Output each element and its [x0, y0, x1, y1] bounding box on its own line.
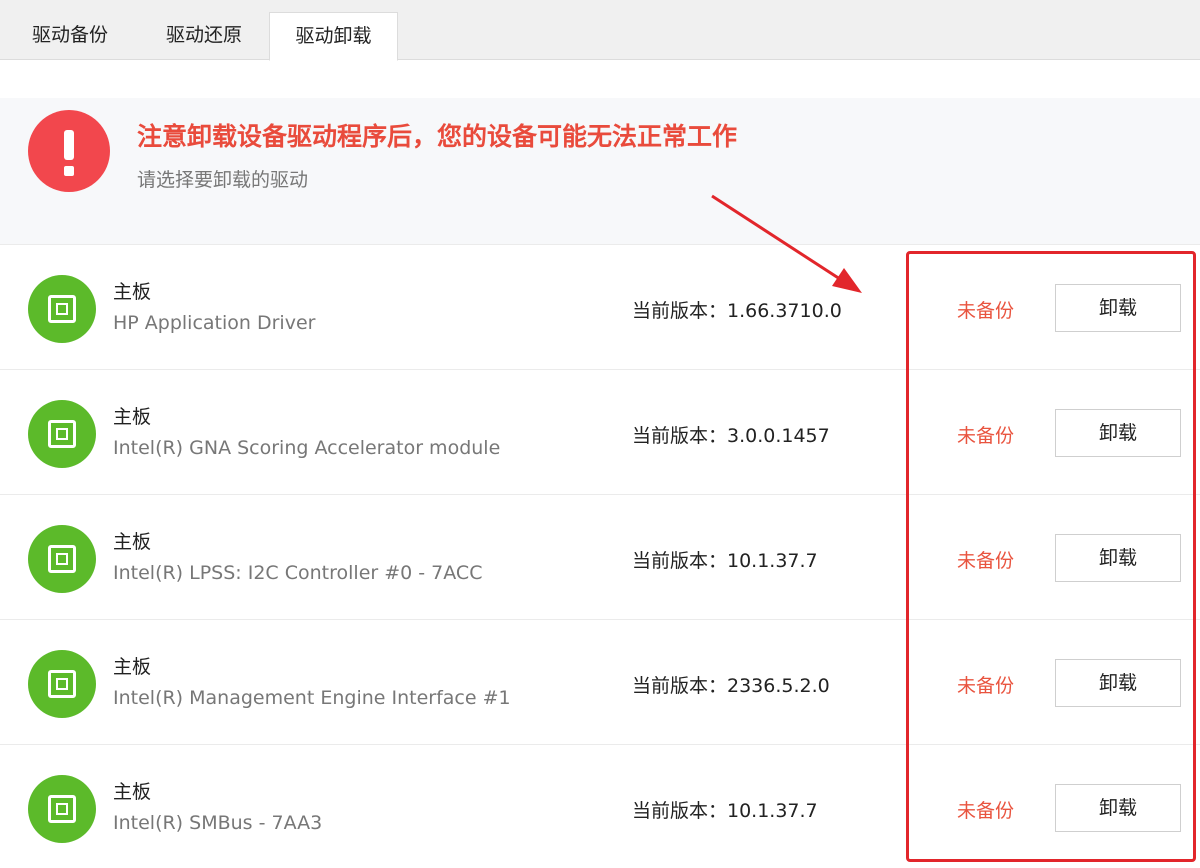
warning-exclamation-icon	[28, 110, 110, 192]
motherboard-icon	[28, 400, 96, 468]
driver-version: 当前版本：10.1.37.7	[632, 800, 818, 822]
driver-category: 主板	[113, 281, 152, 303]
warning-notice: 注意卸载设备驱动程序后，您的设备可能无法正常工作 请选择要卸载的驱动	[0, 98, 1200, 244]
motherboard-icon	[28, 525, 96, 593]
driver-category: 主板	[113, 406, 152, 428]
driver-row: 主板 Intel(R) LPSS: I2C Controller #0 - 7A…	[0, 495, 1200, 620]
backup-status: 未备份	[957, 300, 1015, 322]
driver-category: 主板	[113, 531, 152, 553]
driver-name: Intel(R) LPSS: I2C Controller #0 - 7ACC	[113, 562, 483, 584]
driver-row: 主板 Intel(R) SMBus - 7AA3 当前版本：10.1.37.7 …	[0, 745, 1200, 868]
warning-subtitle: 请选择要卸载的驱动	[137, 169, 309, 191]
backup-status: 未备份	[957, 550, 1015, 572]
uninstall-button[interactable]: 卸载	[1055, 284, 1181, 332]
uninstall-button[interactable]: 卸载	[1055, 409, 1181, 457]
driver-name: Intel(R) GNA Scoring Accelerator module	[113, 437, 501, 459]
uninstall-button[interactable]: 卸载	[1055, 659, 1181, 707]
warning-title: 注意卸载设备驱动程序后，您的设备可能无法正常工作	[137, 122, 738, 151]
driver-category: 主板	[113, 656, 152, 678]
tab-driver-backup[interactable]: 驱动备份	[0, 12, 140, 60]
uninstall-button[interactable]: 卸载	[1055, 534, 1181, 582]
backup-status: 未备份	[957, 675, 1015, 697]
motherboard-icon	[28, 275, 96, 343]
driver-row: 主板 Intel(R) GNA Scoring Accelerator modu…	[0, 370, 1200, 495]
backup-status: 未备份	[957, 425, 1015, 447]
motherboard-icon	[28, 650, 96, 718]
driver-category: 主板	[113, 781, 152, 803]
driver-list: 主板 HP Application Driver 当前版本：1.66.3710.…	[0, 244, 1200, 868]
tab-driver-restore[interactable]: 驱动还原	[140, 12, 268, 60]
driver-row: 主板 Intel(R) Management Engine Interface …	[0, 620, 1200, 745]
driver-version: 当前版本：2336.5.2.0	[632, 675, 830, 697]
uninstall-button[interactable]: 卸载	[1055, 784, 1181, 832]
motherboard-icon	[28, 775, 96, 843]
driver-version: 当前版本：10.1.37.7	[632, 550, 818, 572]
driver-version: 当前版本：3.0.0.1457	[632, 425, 830, 447]
driver-name: Intel(R) Management Engine Interface #1	[113, 687, 511, 709]
driver-name: HP Application Driver	[113, 312, 316, 334]
tab-driver-uninstall[interactable]: 驱动卸载	[269, 12, 398, 61]
driver-name: Intel(R) SMBus - 7AA3	[113, 812, 323, 834]
backup-status: 未备份	[957, 800, 1015, 822]
driver-row: 主板 HP Application Driver 当前版本：1.66.3710.…	[0, 245, 1200, 370]
driver-version: 当前版本：1.66.3710.0	[632, 300, 842, 322]
tab-bar: 驱动备份 驱动还原 驱动卸载	[0, 0, 1200, 61]
